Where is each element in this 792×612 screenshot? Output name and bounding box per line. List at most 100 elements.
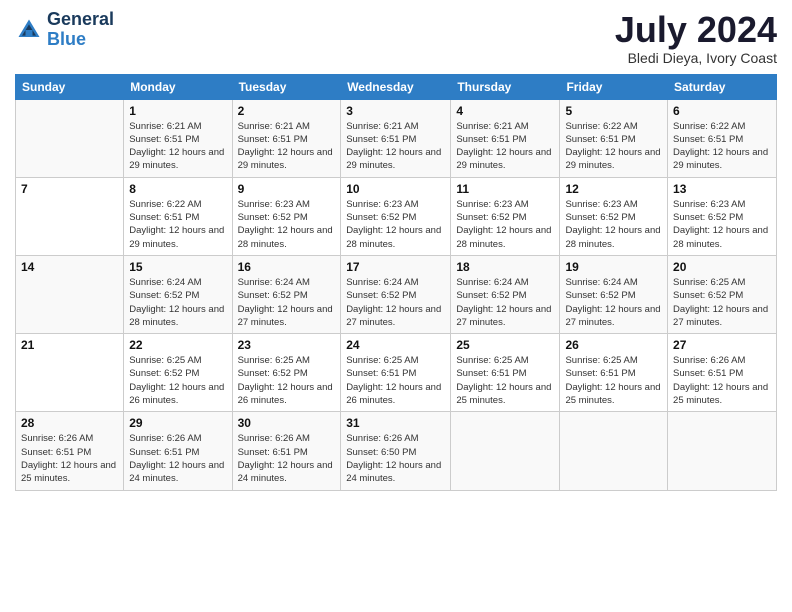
table-row: 2 Sunrise: 6:21 AM Sunset: 6:51 PM Daylig… xyxy=(232,99,341,177)
day-number: 26 xyxy=(565,338,662,352)
day-info: Sunrise: 6:24 AM Sunset: 6:52 PM Dayligh… xyxy=(456,276,554,329)
calendar-week-row: 1 Sunrise: 6:21 AM Sunset: 6:51 PM Daylig… xyxy=(16,99,777,177)
table-row: 19 Sunrise: 6:24 AM Sunset: 6:52 PM Dayli… xyxy=(560,255,668,333)
day-number: 18 xyxy=(456,260,554,274)
calendar-week-row: 28 Sunrise: 6:26 AM Sunset: 6:51 PM Dayli… xyxy=(16,412,777,490)
header-tuesday: Tuesday xyxy=(232,74,341,99)
header-saturday: Saturday xyxy=(668,74,777,99)
day-info: Sunrise: 6:25 AM Sunset: 6:52 PM Dayligh… xyxy=(673,276,771,329)
day-number: 1 xyxy=(129,104,226,118)
table-row xyxy=(16,99,124,177)
day-number: 15 xyxy=(129,260,226,274)
day-number: 8 xyxy=(129,182,226,196)
day-info: Sunrise: 6:23 AM Sunset: 6:52 PM Dayligh… xyxy=(238,198,336,251)
header-friday: Friday xyxy=(560,74,668,99)
day-info: Sunrise: 6:23 AM Sunset: 6:52 PM Dayligh… xyxy=(673,198,771,251)
page: General Blue July 2024 Bledi Dieya, Ivor… xyxy=(0,0,792,612)
table-row: 28 Sunrise: 6:26 AM Sunset: 6:51 PM Dayli… xyxy=(16,412,124,490)
calendar-header-row: Sunday Monday Tuesday Wednesday Thursday… xyxy=(16,74,777,99)
table-row: 16Sunrise: 6:24 AM Sunset: 6:52 PM Dayli… xyxy=(232,255,341,333)
table-row: 7 xyxy=(16,177,124,255)
main-title: July 2024 xyxy=(615,10,777,50)
table-row: 18 Sunrise: 6:24 AM Sunset: 6:52 PM Dayli… xyxy=(451,255,560,333)
table-row: 5Sunrise: 6:22 AM Sunset: 6:51 PM Daylig… xyxy=(560,99,668,177)
table-row: 8 Sunrise: 6:22 AM Sunset: 6:51 PM Daylig… xyxy=(124,177,232,255)
table-row: 4 Sunrise: 6:21 AM Sunset: 6:51 PM Daylig… xyxy=(451,99,560,177)
title-block: July 2024 Bledi Dieya, Ivory Coast xyxy=(615,10,777,66)
day-number: 10 xyxy=(346,182,445,196)
day-info: Sunrise: 6:25 AM Sunset: 6:51 PM Dayligh… xyxy=(346,354,445,407)
day-number: 28 xyxy=(21,416,118,430)
table-row: 27Sunrise: 6:26 AM Sunset: 6:51 PM Dayli… xyxy=(668,334,777,412)
table-row: 25 Sunrise: 6:25 AM Sunset: 6:51 PM Dayli… xyxy=(451,334,560,412)
day-info: Sunrise: 6:25 AM Sunset: 6:52 PM Dayligh… xyxy=(238,354,336,407)
day-number: 4 xyxy=(456,104,554,118)
day-number: 11 xyxy=(456,182,554,196)
logo-general-text: General xyxy=(47,10,114,30)
day-info: Sunrise: 6:26 AM Sunset: 6:51 PM Dayligh… xyxy=(129,432,226,485)
day-number: 6 xyxy=(673,104,771,118)
day-info: Sunrise: 6:23 AM Sunset: 6:52 PM Dayligh… xyxy=(565,198,662,251)
table-row: 21 xyxy=(16,334,124,412)
day-number: 24 xyxy=(346,338,445,352)
day-info: Sunrise: 6:23 AM Sunset: 6:52 PM Dayligh… xyxy=(456,198,554,251)
table-row: 22Sunrise: 6:25 AM Sunset: 6:52 PM Dayli… xyxy=(124,334,232,412)
day-info: Sunrise: 6:24 AM Sunset: 6:52 PM Dayligh… xyxy=(129,276,226,329)
day-number: 12 xyxy=(565,182,662,196)
table-row: 29 Sunrise: 6:26 AM Sunset: 6:51 PM Dayli… xyxy=(124,412,232,490)
table-row xyxy=(451,412,560,490)
day-number: 14 xyxy=(21,260,118,274)
logo-text: General Blue xyxy=(47,10,114,50)
location-subtitle: Bledi Dieya, Ivory Coast xyxy=(615,50,777,66)
calendar-week-row: 21 22Sunrise: 6:25 AM Sunset: 6:52 PM Day… xyxy=(16,334,777,412)
day-info: Sunrise: 6:21 AM Sunset: 6:51 PM Dayligh… xyxy=(129,120,226,173)
day-info: Sunrise: 6:26 AM Sunset: 6:51 PM Dayligh… xyxy=(673,354,771,407)
day-info: Sunrise: 6:21 AM Sunset: 6:51 PM Dayligh… xyxy=(346,120,445,173)
table-row: 17Sunrise: 6:24 AM Sunset: 6:52 PM Dayli… xyxy=(341,255,451,333)
calendar-table: Sunday Monday Tuesday Wednesday Thursday… xyxy=(15,74,777,491)
day-number: 19 xyxy=(565,260,662,274)
day-number: 13 xyxy=(673,182,771,196)
calendar-week-row: 14 15 Sunrise: 6:24 AM Sunset: 6:52 PM Day… xyxy=(16,255,777,333)
day-info: Sunrise: 6:26 AM Sunset: 6:50 PM Dayligh… xyxy=(346,432,445,485)
day-info: Sunrise: 6:21 AM Sunset: 6:51 PM Dayligh… xyxy=(456,120,554,173)
table-row: 1 Sunrise: 6:21 AM Sunset: 6:51 PM Daylig… xyxy=(124,99,232,177)
table-row: 14 xyxy=(16,255,124,333)
day-number: 3 xyxy=(346,104,445,118)
table-row xyxy=(560,412,668,490)
day-number: 20 xyxy=(673,260,771,274)
calendar-week-row: 78 Sunrise: 6:22 AM Sunset: 6:51 PM Dayli… xyxy=(16,177,777,255)
table-row: 23 Sunrise: 6:25 AM Sunset: 6:52 PM Dayli… xyxy=(232,334,341,412)
logo-icon xyxy=(15,16,43,44)
day-info: Sunrise: 6:24 AM Sunset: 6:52 PM Dayligh… xyxy=(565,276,662,329)
day-info: Sunrise: 6:25 AM Sunset: 6:51 PM Dayligh… xyxy=(456,354,554,407)
day-number: 2 xyxy=(238,104,336,118)
table-row: 15 Sunrise: 6:24 AM Sunset: 6:52 PM Dayli… xyxy=(124,255,232,333)
table-row: 12 Sunrise: 6:23 AM Sunset: 6:52 PM Dayli… xyxy=(560,177,668,255)
day-number: 21 xyxy=(21,338,118,352)
header: General Blue July 2024 Bledi Dieya, Ivor… xyxy=(15,10,777,66)
table-row: 30 Sunrise: 6:26 AM Sunset: 6:51 PM Dayli… xyxy=(232,412,341,490)
logo-blue-text: Blue xyxy=(47,30,114,50)
table-row: 6Sunrise: 6:22 AM Sunset: 6:51 PM Daylig… xyxy=(668,99,777,177)
day-number: 25 xyxy=(456,338,554,352)
day-info: Sunrise: 6:21 AM Sunset: 6:51 PM Dayligh… xyxy=(238,120,336,173)
day-number: 17 xyxy=(346,260,445,274)
day-number: 30 xyxy=(238,416,336,430)
day-number: 5 xyxy=(565,104,662,118)
table-row: 26Sunrise: 6:25 AM Sunset: 6:51 PM Dayli… xyxy=(560,334,668,412)
day-info: Sunrise: 6:26 AM Sunset: 6:51 PM Dayligh… xyxy=(238,432,336,485)
header-monday: Monday xyxy=(124,74,232,99)
day-number: 31 xyxy=(346,416,445,430)
day-number: 16 xyxy=(238,260,336,274)
day-info: Sunrise: 6:22 AM Sunset: 6:51 PM Dayligh… xyxy=(129,198,226,251)
header-wednesday: Wednesday xyxy=(341,74,451,99)
day-number: 29 xyxy=(129,416,226,430)
day-info: Sunrise: 6:26 AM Sunset: 6:51 PM Dayligh… xyxy=(21,432,118,485)
table-row: 11 Sunrise: 6:23 AM Sunset: 6:52 PM Dayli… xyxy=(451,177,560,255)
table-row: 13 Sunrise: 6:23 AM Sunset: 6:52 PM Dayli… xyxy=(668,177,777,255)
day-number: 9 xyxy=(238,182,336,196)
day-number: 23 xyxy=(238,338,336,352)
day-info: Sunrise: 6:23 AM Sunset: 6:52 PM Dayligh… xyxy=(346,198,445,251)
table-row: 31 Sunrise: 6:26 AM Sunset: 6:50 PM Dayli… xyxy=(341,412,451,490)
